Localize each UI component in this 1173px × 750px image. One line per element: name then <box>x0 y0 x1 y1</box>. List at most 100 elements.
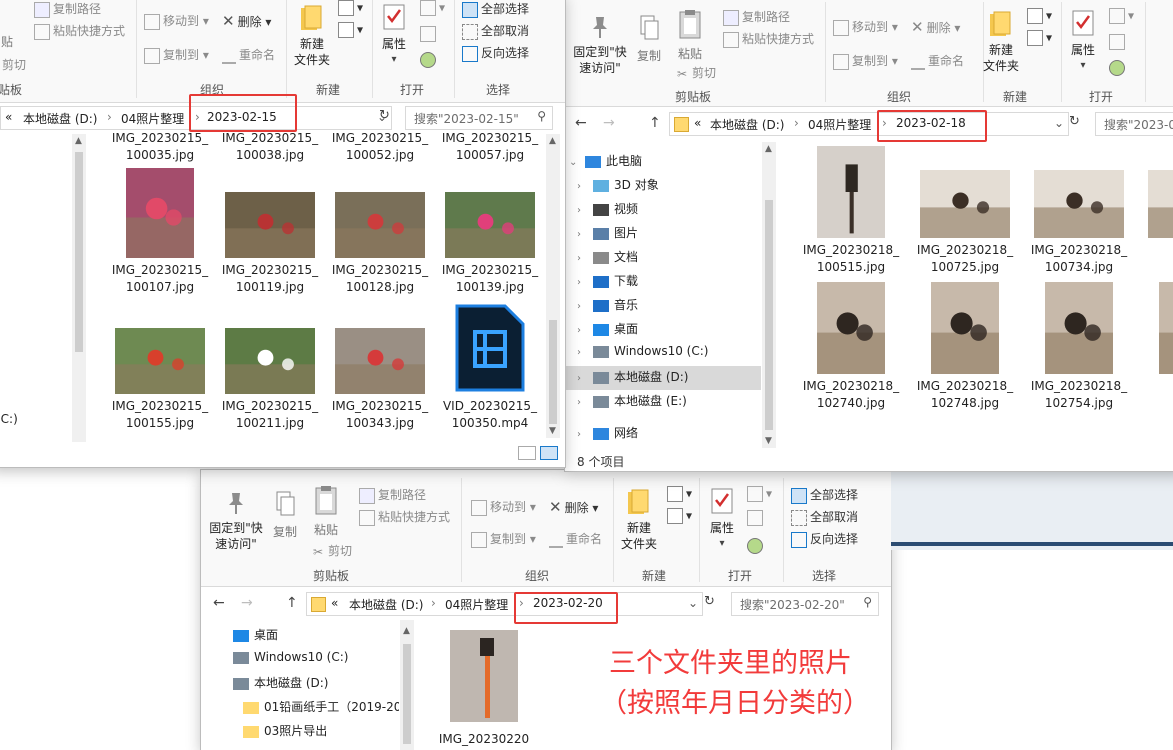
tree-item[interactable]: › 桌面 <box>577 320 638 337</box>
refresh-button[interactable]: ↻ <box>379 108 390 123</box>
file-tile[interactable]: IMG_20230215_ 100139.jpg <box>436 170 544 296</box>
file-tile[interactable]: IMG_20230215_ 100343.jpg <box>326 306 434 432</box>
tree-item[interactable]: › 下载 <box>577 272 638 289</box>
file-tile[interactable]: IMG_20230218_ 102740.jpg <box>797 282 905 412</box>
paste-shortcut-button[interactable]: 粘贴快捷方式 <box>359 508 450 526</box>
address-bar[interactable]: « 本地磁盘 (D:) › 04照片整理 › 2023-02-18 ⌄ <box>669 112 1069 136</box>
tree-item[interactable]: 01铅画纸手工（2019-202 <box>239 698 399 715</box>
file-tile[interactable]: IMG_20230215_ 100052.jpg <box>326 130 434 164</box>
file-tile[interactable]: IMG_20230215_ 100057.jpg <box>436 130 544 164</box>
pin-quick-access-button[interactable]: 固定到"快 速访问" <box>205 490 267 552</box>
copy-path-button[interactable]: 复制路径 <box>359 486 426 504</box>
select-all-button[interactable]: 全部选择 <box>791 486 858 504</box>
rename-button[interactable]: 重命名 <box>911 52 964 70</box>
history-button[interactable] <box>1109 60 1128 76</box>
paste-button[interactable]: 粘贴 <box>671 8 709 62</box>
invert-selection-button[interactable]: 反向选择 <box>462 44 529 62</box>
new-item-button[interactable]: ▾ <box>338 0 363 16</box>
copy-button[interactable]: 复制 <box>267 490 303 540</box>
tree-item[interactable]: 本地磁盘 (D:) <box>229 674 328 691</box>
file-tile[interactable]: IMG_20230215_ 100038.jpg <box>216 130 324 164</box>
file-tile[interactable]: IMG_20230215_ 100119.jpg <box>216 170 324 296</box>
open-button[interactable]: ▾ <box>420 0 445 16</box>
delete-button[interactable]: ✕ 删除 ▾ <box>549 498 598 516</box>
breadcrumb-drive[interactable]: 本地磁盘 (D:) <box>23 110 97 127</box>
move-to-button[interactable]: 移动到 ▾ <box>144 12 209 30</box>
search-input[interactable]: 搜索"2023-02-20" ⚲ <box>731 592 879 616</box>
rename-button[interactable]: 重命名 <box>549 530 602 548</box>
paste-shortcut-button[interactable]: 粘贴快捷方式 <box>723 30 814 48</box>
breadcrumb-folder[interactable]: 04照片整理 <box>445 596 508 613</box>
file-tile[interactable]: IMG_20230215_ 100128.jpg <box>326 170 434 296</box>
file-tile[interactable]: IMG_20230218_ 100725.jpg <box>911 150 1019 276</box>
new-item-button[interactable]: ▾ <box>667 486 692 502</box>
tree-item[interactable]: › 网络 <box>577 424 638 441</box>
back-button[interactable]: ← <box>213 595 225 611</box>
copy-to-button[interactable]: 复制到 ▾ <box>471 530 536 548</box>
new-folder-button[interactable]: 新建 文件夹 <box>979 8 1023 74</box>
forward-button[interactable]: → <box>241 595 253 611</box>
tree-item[interactable]: › 本地磁盘 (D:) <box>577 368 688 385</box>
forward-button[interactable]: → <box>603 115 615 131</box>
file-tile[interactable]: IMG_20230215_ 100155.jpg <box>106 306 214 432</box>
paste-shortcut-button[interactable]: 粘贴快捷方式 <box>34 22 125 40</box>
address-dropdown-icon[interactable]: ⌄ <box>688 596 698 610</box>
history-button[interactable] <box>747 538 766 554</box>
file-scrollbar[interactable]: ▲ ▼ <box>546 134 560 438</box>
nav-scrollbar[interactable]: ▲ ▼ <box>762 142 776 448</box>
copy-to-button[interactable]: 复制到 ▾ <box>833 52 898 70</box>
nav-scrollbar[interactable]: ▲ <box>72 134 86 442</box>
edit-button[interactable] <box>1109 34 1128 50</box>
history-button[interactable] <box>420 52 439 68</box>
delete-button[interactable]: ✕ 删除 ▾ <box>911 18 960 36</box>
file-tile[interactable]: IMG_20230218_ 102748.jpg <box>911 282 1019 412</box>
select-all-button[interactable]: 全部选择 <box>462 0 529 18</box>
copy-button[interactable]: 复制 <box>631 14 667 64</box>
file-tile[interactable]: IMG_10 <box>1139 150 1173 276</box>
rename-button[interactable]: 重命名 <box>222 46 275 64</box>
address-dropdown-icon[interactable]: ⌄ <box>1054 116 1064 130</box>
file-tile[interactable]: IMG_20230220 <box>430 630 538 748</box>
open-button[interactable]: ▾ <box>747 486 772 502</box>
tree-item[interactable]: 03照片导出 <box>239 722 327 739</box>
tree-item[interactable]: › 图片 <box>577 224 638 241</box>
nav-scrollbar[interactable]: ▲ <box>400 620 414 750</box>
new-folder-button[interactable]: 新建 文件夹 <box>617 486 661 552</box>
file-tile[interactable]: IMG_20230215_ 100211.jpg <box>216 306 324 432</box>
edit-button[interactable] <box>747 510 766 526</box>
breadcrumb-folder[interactable]: 04照片整理 <box>808 116 871 133</box>
copy-path-button[interactable]: 复制路径 <box>34 0 101 18</box>
edit-button[interactable] <box>420 26 439 42</box>
refresh-button[interactable]: ↻ <box>704 594 715 609</box>
easy-access-button[interactable]: ▾ <box>338 22 363 38</box>
move-to-button[interactable]: 移动到 ▾ <box>833 18 898 36</box>
file-tile[interactable]: IMG_20230215_ 100035.jpg <box>106 130 214 164</box>
copy-path-button[interactable]: 复制路径 <box>723 8 790 26</box>
search-input[interactable]: 搜索"2023-0 <box>1095 112 1173 136</box>
file-tile[interactable]: IMG_10 <box>1139 282 1173 412</box>
tree-item[interactable]: › 文档 <box>577 248 638 265</box>
tree-item[interactable]: › 视频 <box>577 200 638 217</box>
easy-access-button[interactable]: ▾ <box>667 508 692 524</box>
breadcrumb-folder[interactable]: 04照片整理 <box>121 110 184 127</box>
paste-button[interactable]: 贴 <box>0 34 18 50</box>
tree-item[interactable]: 桌面 <box>229 626 278 643</box>
up-button[interactable]: ↑ <box>649 115 661 131</box>
cut-button[interactable]: ✂ 剪切 <box>311 542 352 559</box>
search-input[interactable]: 搜索"2023-02-15" ⚲ <box>405 106 553 130</box>
cut-button[interactable]: 剪切 <box>2 56 26 73</box>
back-button[interactable]: ← <box>575 115 587 131</box>
copy-to-button[interactable]: 复制到 ▾ <box>144 46 209 64</box>
file-tile[interactable]: VID_20230215_ 100350.mp4 <box>436 304 544 432</box>
easy-access-button[interactable]: ▾ <box>1027 30 1052 46</box>
tree-item[interactable]: ⌄ 此电脑 <box>569 152 642 169</box>
new-item-button[interactable]: ▾ <box>1027 8 1052 24</box>
file-tile[interactable]: IMG_20230218_ 100734.jpg <box>1025 150 1133 276</box>
invert-selection-button[interactable]: 反向选择 <box>791 530 858 548</box>
breadcrumb-drive[interactable]: 本地磁盘 (D:) <box>349 596 423 613</box>
properties-button[interactable]: 属性 ▾ <box>376 2 412 68</box>
file-tile[interactable]: IMG_20230218_ 100515.jpg <box>797 146 905 276</box>
refresh-button[interactable]: ↻ <box>1069 114 1080 129</box>
properties-button[interactable]: 属性 ▾ <box>1065 8 1101 74</box>
file-tile[interactable]: IMG_20230215_ 100107.jpg <box>106 168 214 296</box>
